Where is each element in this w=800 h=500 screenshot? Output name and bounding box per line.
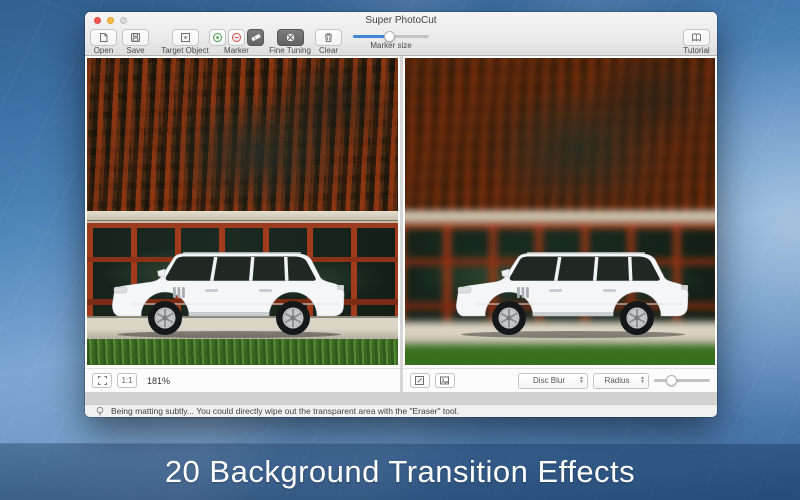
toolbar: Open Save Target (85, 28, 717, 56)
status-bar: Being matting subtly... You could direct… (85, 404, 717, 417)
save-floppy-icon (130, 32, 141, 43)
concrete-beam-layer (87, 211, 398, 221)
fit-to-window-icon (97, 375, 108, 386)
target-object-icon (180, 32, 191, 43)
status-tip-text: Being matting subtly... You could direct… (111, 406, 459, 416)
fine-tuning-tool: Fine Tuning (268, 29, 312, 55)
marker-label: Marker (224, 47, 249, 55)
forest-layer (87, 58, 398, 211)
preview-image-panel[interactable] (403, 56, 718, 368)
marker-size-tool: Marker size (351, 29, 431, 50)
trash-icon (323, 32, 334, 43)
traffic-lights (94, 17, 127, 24)
effect-select[interactable]: Disc Blur ▲▼ (518, 373, 588, 389)
marker-remove-icon (231, 32, 242, 43)
grass-layer-blurred (405, 345, 716, 365)
clear-tool: Clear (315, 29, 342, 55)
fit-preview-button[interactable] (410, 373, 430, 388)
close-button[interactable] (94, 17, 101, 24)
editor-content (85, 56, 717, 368)
clear-button[interactable] (315, 29, 342, 46)
stepper-icon: ▲▼ (579, 377, 584, 384)
actual-size-label: 1:1 (121, 376, 132, 385)
marker-tool-group: Marker (209, 29, 264, 55)
preview-photo[interactable] (405, 58, 716, 365)
target-object-label: Target Object (161, 47, 209, 55)
eraser-button[interactable] (247, 29, 264, 46)
marker-remove-button[interactable] (228, 29, 245, 46)
right-panel-controls: Disc Blur ▲▼ Radius ▲▼ (403, 368, 718, 392)
book-icon (691, 32, 702, 43)
marketing-banner: 20 Background Transition Effects (0, 443, 800, 500)
original-photo[interactable] (87, 58, 398, 365)
lightbulb-icon (95, 406, 105, 417)
open-document-icon (98, 32, 109, 43)
stepper-icon: ▲▼ (640, 377, 645, 384)
save-button[interactable] (122, 29, 149, 46)
open-button[interactable] (90, 29, 117, 46)
marker-size-slider[interactable] (353, 35, 429, 38)
parameter-select[interactable]: Radius ▲▼ (593, 373, 649, 389)
effect-select-value: Disc Blur (519, 376, 579, 385)
open-tool: Open (90, 29, 117, 55)
tutorial-button[interactable] (683, 29, 710, 46)
title-bar[interactable]: Super PhotoCut (85, 12, 717, 28)
marker-add-button[interactable] (209, 29, 226, 46)
background-image-button[interactable] (435, 373, 455, 388)
save-tool: Save (122, 29, 149, 55)
app-window: Super PhotoCut Open (85, 12, 717, 417)
grass-layer (87, 339, 398, 365)
fine-tuning-icon (285, 32, 296, 43)
target-object-tool: Target Object (161, 29, 209, 55)
window-title: Super PhotoCut (85, 12, 717, 29)
fit-preview-icon (414, 375, 425, 386)
open-label: Open (94, 47, 114, 55)
forest-layer-blurred (405, 58, 716, 211)
target-object-button[interactable] (172, 29, 199, 46)
marker-size-label: Marker size (370, 42, 411, 50)
save-label: Save (126, 47, 144, 55)
bottom-spacer-band (85, 392, 717, 404)
actual-size-button[interactable]: 1:1 (117, 373, 137, 388)
fine-tuning-button[interactable] (277, 29, 304, 46)
tutorial-label: Tutorial (683, 47, 709, 55)
clear-label: Clear (319, 47, 338, 55)
left-panel-controls: 1:1 181% (85, 368, 400, 392)
desktop-background: Super PhotoCut Open (0, 0, 800, 500)
original-image-panel[interactable] (85, 56, 400, 368)
parameter-select-value: Radius (594, 376, 640, 385)
zoom-button[interactable] (120, 17, 127, 24)
minimize-button[interactable] (107, 17, 114, 24)
marker-add-icon (212, 32, 223, 43)
zoom-level-value: 181% (147, 376, 170, 386)
tutorial-tool: Tutorial (683, 29, 710, 55)
panel-controls: 1:1 181% Disc Blur ▲▼ (85, 368, 717, 392)
concrete-beam-layer-blurred (405, 211, 716, 221)
eraser-icon (250, 32, 262, 43)
fine-tuning-label: Fine Tuning (269, 47, 311, 55)
radius-slider[interactable] (654, 379, 710, 382)
banner-text: 20 Background Transition Effects (165, 454, 635, 490)
car-subject (109, 246, 349, 338)
slider-knob[interactable] (384, 31, 395, 42)
fit-to-window-button[interactable] (92, 373, 112, 388)
window-chrome: Super PhotoCut Open (85, 12, 717, 56)
slider-knob[interactable] (666, 375, 677, 386)
car-subject-preview (453, 246, 693, 338)
picture-icon (439, 375, 450, 386)
